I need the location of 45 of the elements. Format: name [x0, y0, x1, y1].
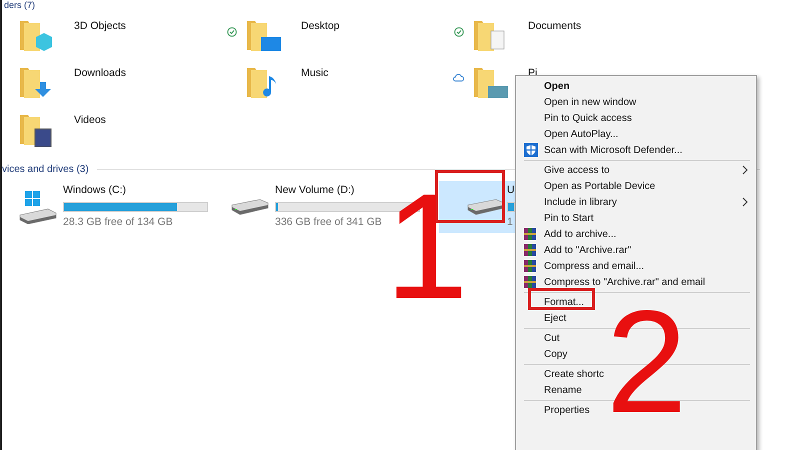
- menu-item[interactable]: Open in new window: [516, 94, 756, 110]
- chevron-right-icon: [742, 197, 748, 207]
- menu-item[interactable]: Pin to Quick access: [516, 110, 756, 126]
- drive-icon: [231, 199, 269, 215]
- menu-item[interactable]: Add to archive...: [516, 226, 756, 242]
- menu-item[interactable]: Format...: [516, 294, 756, 310]
- drive-name: Windows (C:): [63, 183, 126, 198]
- folder-tile[interactable]: Documents: [472, 17, 699, 64]
- books-icon: [524, 260, 536, 272]
- menu-item[interactable]: Give access to: [516, 162, 756, 178]
- menu-item[interactable]: Pin to Start: [516, 210, 756, 226]
- drive-name: New Volume (D:): [275, 183, 354, 198]
- drive-name: U: [507, 183, 515, 198]
- menu-item[interactable]: Scan with Microsoft Defender...: [516, 142, 756, 158]
- folder-tile[interactable]: Downloads: [18, 64, 245, 111]
- drive-icon: [467, 199, 505, 215]
- folder-tile[interactable]: Desktop: [245, 17, 472, 64]
- free-space-text: 28.3 GB free of 134 GB: [63, 215, 173, 230]
- section-header: vices and drives (3): [2, 163, 89, 177]
- books-icon: [524, 228, 536, 240]
- menu-item[interactable]: Open AutoPlay...: [516, 126, 756, 142]
- check-circle-icon: [227, 27, 237, 37]
- books-icon: [524, 276, 536, 288]
- menu-item[interactable]: Open: [516, 78, 756, 94]
- folder-tile[interactable]: Music: [245, 64, 472, 111]
- folder-tile[interactable]: Videos: [18, 111, 245, 158]
- menu-item[interactable]: Compress to "Archive.rar" and email: [516, 274, 756, 290]
- cloud-icon: [453, 74, 464, 82]
- windows-drive-icon: [19, 190, 57, 224]
- menu-item[interactable]: Open as Portable Device: [516, 178, 756, 194]
- menu-item[interactable]: Include in library: [516, 194, 756, 210]
- step-number: 1: [385, 192, 468, 300]
- shield-icon: [524, 143, 538, 157]
- check-circle-icon: [454, 27, 464, 37]
- folder-tile[interactable]: 3D Objects: [18, 17, 245, 64]
- menu-item[interactable]: Compress and email...: [516, 258, 756, 274]
- free-space-text: 336 GB free of 341 GB: [275, 215, 382, 230]
- drive-tile[interactable]: Windows (C:) 28.3 GB free of 134 GB: [15, 181, 223, 233]
- free-space-text: 1: [507, 215, 513, 230]
- section-header: ders (7): [3, 0, 36, 11]
- menu-item[interactable]: Add to "Archive.rar": [516, 242, 756, 258]
- chevron-right-icon: [742, 165, 748, 175]
- step-number: 2: [606, 310, 688, 414]
- books-icon: [524, 244, 536, 256]
- highlight-frame: [528, 288, 595, 310]
